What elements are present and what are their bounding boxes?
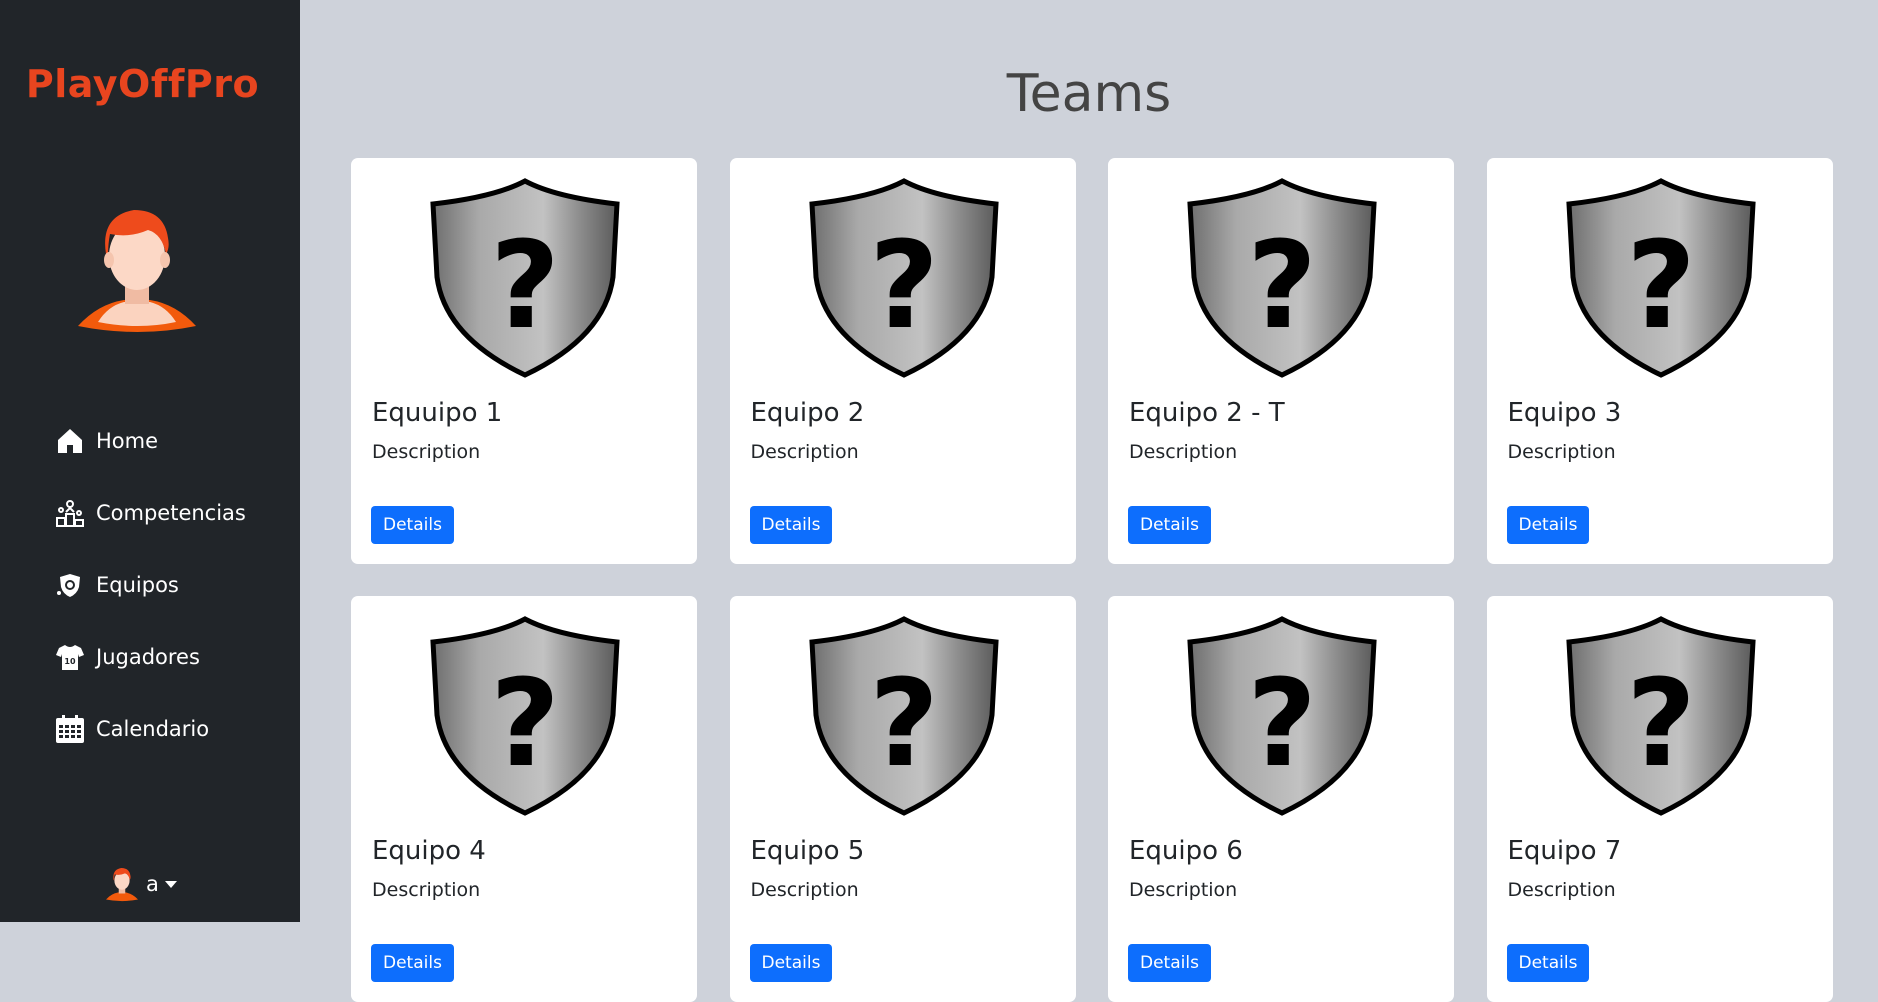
- sidebar-item-label: Home: [96, 429, 159, 453]
- svg-text:?: ?: [490, 655, 560, 794]
- team-shield-placeholder-icon: ?: [1187, 178, 1377, 378]
- details-button[interactable]: Details: [1128, 944, 1211, 982]
- team-name: Equipo 2 - T: [1129, 398, 1285, 428]
- team-name: Equuipo 1: [372, 398, 503, 428]
- sidebar-nav: Home Competencias Equipos 10 Jugadores C…: [54, 405, 246, 765]
- details-button[interactable]: Details: [1506, 506, 1590, 544]
- team-shield-icon: [54, 569, 86, 601]
- team-description: Description: [1129, 441, 1238, 463]
- svg-text:?: ?: [1247, 217, 1317, 356]
- team-description: Description: [750, 441, 859, 463]
- team-card: ? Equipo 2 Description Details: [729, 158, 1076, 564]
- sidebar-item-home[interactable]: Home: [54, 405, 246, 477]
- sidebar-item-calendario[interactable]: Calendario: [54, 693, 246, 765]
- svg-text:?: ?: [1626, 655, 1696, 794]
- chevron-down-icon: [164, 880, 177, 888]
- team-shield-placeholder-icon: ?: [430, 178, 620, 378]
- team-shield-placeholder-icon: ?: [808, 616, 999, 816]
- user-avatar-small: [106, 868, 138, 902]
- team-name: Equipo 7: [1507, 836, 1622, 866]
- team-name: Equipo 2: [750, 398, 865, 428]
- team-card: ? Equipo 4 Description Details: [351, 596, 697, 1002]
- team-shield-placeholder-icon: ?: [1565, 616, 1756, 816]
- details-button[interactable]: Details: [371, 506, 454, 544]
- svg-text:10: 10: [64, 657, 76, 666]
- svg-text:?: ?: [490, 217, 560, 356]
- team-description: Description: [372, 441, 481, 463]
- details-button[interactable]: Details: [371, 944, 454, 982]
- sidebar-item-label: Jugadores: [96, 645, 200, 669]
- team-shield-placeholder-icon: ?: [808, 178, 999, 378]
- team-description: Description: [1507, 441, 1616, 463]
- team-card: ? Equipo 6 Description Details: [1108, 596, 1454, 1002]
- team-description: Description: [750, 879, 859, 901]
- team-name: Equipo 5: [750, 836, 865, 866]
- details-button[interactable]: Details: [749, 506, 833, 544]
- sidebar-item-jugadores[interactable]: 10 Jugadores: [54, 621, 246, 693]
- home-icon: [54, 425, 86, 457]
- sidebar-item-label: Calendario: [96, 717, 210, 741]
- team-grid: ? Equuipo 1 Description Details ? Equipo…: [351, 158, 1833, 1002]
- user-avatar: [78, 210, 196, 332]
- svg-text:?: ?: [1247, 655, 1317, 794]
- details-button[interactable]: Details: [1506, 944, 1590, 982]
- svg-text:?: ?: [869, 655, 939, 794]
- sidebar-item-label: Competencias: [96, 501, 246, 525]
- team-shield-placeholder-icon: ?: [1565, 178, 1756, 378]
- details-button[interactable]: Details: [749, 944, 833, 982]
- team-shield-placeholder-icon: ?: [430, 616, 620, 816]
- team-name: Equipo 3: [1507, 398, 1622, 428]
- team-card: ? Equuipo 1 Description Details: [351, 158, 697, 564]
- team-card: ? Equipo 3 Description Details: [1486, 158, 1833, 564]
- team-description: Description: [1129, 879, 1238, 901]
- team-card: ? Equipo 5 Description Details: [729, 596, 1076, 1002]
- team-name: Equipo 6: [1129, 836, 1243, 866]
- page-title: Teams: [1006, 64, 1172, 124]
- brand-logo[interactable]: PlayOffPro: [0, 62, 285, 106]
- calendar-icon: [54, 713, 86, 745]
- team-description: Description: [372, 879, 481, 901]
- svg-text:?: ?: [869, 217, 939, 356]
- user-name: a: [146, 872, 159, 896]
- svg-text:?: ?: [1626, 217, 1696, 356]
- team-card: ? Equipo 2 - T Description Details: [1108, 158, 1454, 564]
- sidebar-item-equipos[interactable]: Equipos: [54, 549, 246, 621]
- team-shield-placeholder-icon: ?: [1187, 616, 1377, 816]
- sidebar-item-label: Equipos: [96, 573, 179, 597]
- sidebar-item-competencias[interactable]: Competencias: [54, 477, 246, 549]
- details-button[interactable]: Details: [1128, 506, 1211, 544]
- team-description: Description: [1507, 879, 1616, 901]
- team-card: ? Equipo 7 Description Details: [1486, 596, 1833, 1002]
- trophy-podium-icon: [54, 497, 86, 529]
- team-name: Equipo 4: [372, 836, 486, 866]
- main-content: Teams ? Equuipo 1 Description Details ? …: [300, 0, 1878, 1002]
- sidebar: PlayOffPro Home Competencias Equipos 10 …: [0, 0, 300, 922]
- user-menu-dropdown[interactable]: a: [106, 866, 177, 902]
- jersey-icon: 10: [54, 641, 86, 673]
